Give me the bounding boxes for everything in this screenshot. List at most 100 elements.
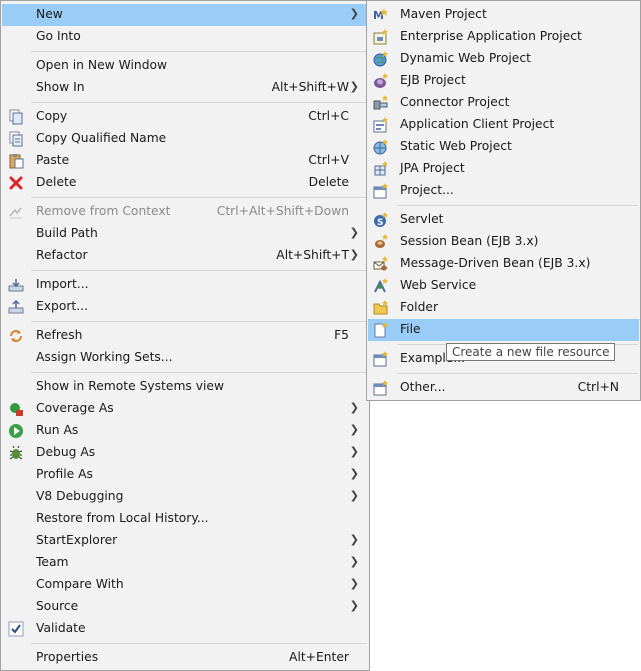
menu-separator — [31, 51, 367, 52]
menu-item-label: StartExplorer — [36, 533, 118, 547]
enterprise-app-project-icon — [373, 29, 389, 45]
menu-item-debug-as[interactable]: Debug As ❯ — [2, 442, 368, 464]
chevron-right-icon: ❯ — [349, 555, 359, 568]
menu-item-startexplorer[interactable]: StartExplorer ❯ — [2, 530, 368, 552]
new-submenu: M Maven Project Enterprise Application P… — [366, 0, 641, 401]
menu-item-label: Maven Project — [400, 7, 487, 21]
submenu-item-session-bean[interactable]: Session Bean (EJB 3.x) — [368, 231, 639, 253]
menu-item-coverage-as[interactable]: Coverage As ❯ — [2, 398, 368, 420]
session-bean-icon — [373, 234, 389, 250]
menu-item-label: Assign Working Sets... — [36, 350, 173, 364]
menu-item-label: Go Into — [36, 29, 81, 43]
menu-item-refactor[interactable]: Refactor Alt+Shift+T ❯ — [2, 245, 368, 267]
menu-item-label: Other... — [400, 380, 446, 394]
menu-item-build-path[interactable]: Build Path ❯ — [2, 223, 368, 245]
menu-item-label: Message-Driven Bean (EJB 3.x) — [400, 256, 591, 270]
menu-item-shortcut: Alt+Shift+W — [271, 80, 349, 94]
menu-item-shortcut: Ctrl+N — [577, 380, 619, 394]
menu-item-label: Static Web Project — [400, 139, 512, 153]
menu-separator — [31, 372, 367, 373]
submenu-item-file[interactable]: File — [368, 319, 639, 341]
run-icon — [8, 423, 24, 439]
menu-item-new[interactable]: New ❯ — [2, 4, 368, 26]
menu-item-label: Refresh — [36, 328, 83, 342]
menu-item-shortcut: Ctrl+V — [308, 153, 349, 167]
menu-item-delete[interactable]: Delete Delete — [2, 172, 368, 194]
menu-item-shortcut: F5 — [334, 328, 349, 342]
menu-item-open-in-new-window[interactable]: Open in New Window — [2, 55, 368, 77]
refresh-icon — [8, 328, 24, 344]
menu-item-copy-qualified-name[interactable]: Copy Qualified Name — [2, 128, 368, 150]
chevron-right-icon: ❯ — [349, 489, 359, 502]
dynamic-web-project-icon — [373, 51, 389, 67]
menu-item-export[interactable]: Export... — [2, 296, 368, 318]
menu-item-go-into[interactable]: Go Into — [2, 26, 368, 48]
app-client-project-icon — [373, 117, 389, 133]
menu-item-properties[interactable]: Properties Alt+Enter — [2, 647, 368, 669]
submenu-item-other[interactable]: Other... Ctrl+N — [368, 377, 639, 399]
menu-item-restore-from-local-history[interactable]: Restore from Local History... — [2, 508, 368, 530]
message-driven-bean-icon — [373, 256, 389, 272]
menu-item-shortcut: Ctrl+Alt+Shift+Down — [216, 204, 349, 218]
submenu-item-application-client-project[interactable]: Application Client Project — [368, 114, 639, 136]
menu-item-label: New — [36, 7, 63, 21]
submenu-item-project[interactable]: Project... — [368, 180, 639, 202]
menu-item-profile-as[interactable]: Profile As ❯ — [2, 464, 368, 486]
other-wizard-icon — [373, 380, 389, 396]
menu-item-label: V8 Debugging — [36, 489, 124, 503]
chevron-right-icon: ❯ — [349, 401, 359, 414]
paste-icon — [8, 153, 24, 169]
submenu-item-enterprise-application-project[interactable]: Enterprise Application Project — [368, 26, 639, 48]
menu-separator — [31, 270, 367, 271]
submenu-item-message-driven-bean[interactable]: Message-Driven Bean (EJB 3.x) — [368, 253, 639, 275]
submenu-item-servlet[interactable]: S Servlet — [368, 209, 639, 231]
menu-item-source[interactable]: Source ❯ — [2, 596, 368, 618]
submenu-item-folder[interactable]: Folder — [368, 297, 639, 319]
menu-item-paste[interactable]: Paste Ctrl+V — [2, 150, 368, 172]
chevron-right-icon: ❯ — [349, 445, 359, 458]
submenu-item-maven-project[interactable]: M Maven Project — [368, 4, 639, 26]
menu-item-assign-working-sets[interactable]: Assign Working Sets... — [2, 347, 368, 369]
chevron-right-icon: ❯ — [349, 80, 359, 93]
menu-item-run-as[interactable]: Run As ❯ — [2, 420, 368, 442]
folder-icon — [373, 300, 389, 316]
menu-item-compare-with[interactable]: Compare With ❯ — [2, 574, 368, 596]
delete-icon — [8, 175, 24, 191]
menu-separator — [31, 643, 367, 644]
menu-item-label: Project... — [400, 183, 454, 197]
svg-text:S: S — [377, 218, 383, 228]
menu-item-copy[interactable]: Copy Ctrl+C — [2, 106, 368, 128]
menu-item-label: Delete — [36, 175, 77, 189]
menu-item-show-in[interactable]: Show In Alt+Shift+W ❯ — [2, 77, 368, 99]
submenu-item-dynamic-web-project[interactable]: Dynamic Web Project — [368, 48, 639, 70]
submenu-item-web-service[interactable]: Web Service — [368, 275, 639, 297]
example-icon — [373, 351, 389, 367]
export-icon — [8, 299, 24, 315]
submenu-item-static-web-project[interactable]: Static Web Project — [368, 136, 639, 158]
menu-item-label: Show In — [36, 80, 85, 94]
menu-item-v8-debugging[interactable]: V8 Debugging ❯ — [2, 486, 368, 508]
menu-item-label: Remove from Context — [36, 204, 171, 218]
menu-separator — [31, 197, 367, 198]
submenu-item-connector-project[interactable]: Connector Project — [368, 92, 639, 114]
chevron-right-icon: ❯ — [349, 467, 359, 480]
menu-item-import[interactable]: Import... — [2, 274, 368, 296]
menu-item-team[interactable]: Team ❯ — [2, 552, 368, 574]
menu-separator — [397, 373, 638, 374]
menu-item-validate[interactable]: Validate — [2, 618, 368, 640]
chevron-right-icon: ❯ — [349, 226, 359, 239]
menu-item-label: Coverage As — [36, 401, 114, 415]
menu-item-label: Paste — [36, 153, 70, 167]
menu-item-show-in-remote-systems[interactable]: Show in Remote Systems view — [2, 376, 368, 398]
maven-project-icon: M — [373, 7, 389, 23]
submenu-item-jpa-project[interactable]: JPA Project — [368, 158, 639, 180]
menu-item-label: Copy Qualified Name — [36, 131, 167, 145]
svg-text:M: M — [373, 9, 384, 22]
chevron-right-icon: ❯ — [349, 599, 359, 612]
submenu-item-ejb-project[interactable]: EJB Project — [368, 70, 639, 92]
menu-item-label: Debug As — [36, 445, 96, 459]
servlet-icon: S — [373, 212, 389, 228]
menu-item-refresh[interactable]: Refresh F5 — [2, 325, 368, 347]
menu-item-label: Export... — [36, 299, 88, 313]
menu-item-label: Copy — [36, 109, 68, 123]
